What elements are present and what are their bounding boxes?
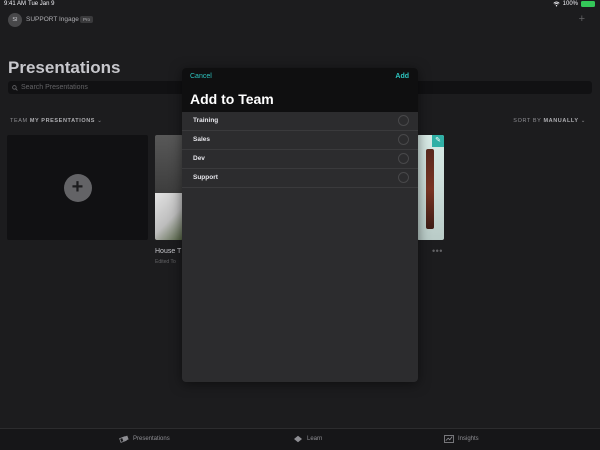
avatar[interactable]: SI — [8, 13, 22, 27]
presentation-thumbnail[interactable]: ✎ — [417, 135, 444, 240]
cancel-button[interactable]: Cancel — [190, 73, 212, 80]
team-row-training[interactable]: Training — [182, 112, 418, 131]
plus-icon: + — [63, 173, 92, 202]
search-input[interactable]: Search Presentations — [21, 84, 88, 91]
plan-badge: Pro — [80, 15, 94, 23]
chevron-down-icon: ⌄ — [580, 118, 586, 124]
edit-pencil-icon[interactable]: ✎ — [432, 135, 444, 147]
team-row-dev[interactable]: Dev — [182, 150, 418, 169]
tab-label: Presentations — [133, 436, 170, 442]
org-name[interactable]: SUPPORT Ingage — [26, 16, 79, 23]
team-label: Dev — [193, 155, 205, 162]
status-bar: 9:41 AM Tue Jan 9 100% — [0, 0, 600, 9]
tab-insights[interactable]: Insights — [444, 435, 479, 443]
battery-percent: 100% — [562, 1, 578, 7]
presentation-thumbnail[interactable] — [155, 135, 183, 240]
modal-header: Cancel Add Add to Team — [182, 68, 418, 112]
status-date: Tue Jan 9 — [28, 1, 55, 7]
tab-presentations[interactable]: Presentations — [119, 435, 170, 443]
wifi-icon — [553, 1, 560, 7]
new-presentation-card[interactable]: + — [7, 135, 148, 240]
team-list: Training Sales Dev Support — [182, 112, 418, 188]
radio-button[interactable] — [398, 172, 409, 183]
radio-button[interactable] — [398, 134, 409, 145]
learn-icon — [294, 435, 302, 443]
team-label: Sales — [193, 136, 210, 143]
tab-learn[interactable]: Learn — [293, 435, 322, 443]
presentation-subtitle: Edited To — [155, 259, 176, 265]
presentation-title[interactable]: House T — [155, 248, 181, 255]
team-filter[interactable]: TEAM MY PRESENTATIONS ⌄ — [10, 118, 102, 124]
add-button[interactable]: Add — [395, 73, 409, 80]
sort-filter-value[interactable]: MANUALLY — [543, 118, 578, 124]
battery-icon — [581, 1, 595, 7]
page-title: Presentations — [8, 58, 121, 77]
tab-bar: Presentations Learn Insights — [0, 428, 600, 450]
add-to-team-modal: Cancel Add Add to Team Training Sales De… — [182, 68, 418, 382]
tab-label: Insights — [458, 436, 479, 442]
tab-label: Learn — [307, 436, 323, 442]
sort-filter[interactable]: SORT BY MANUALLY ⌄ — [513, 118, 586, 124]
add-presentation-plus-icon[interactable]: + — [579, 13, 585, 25]
status-right: 100% — [553, 1, 595, 7]
insights-icon — [444, 435, 454, 443]
more-options-icon[interactable]: ••• — [432, 246, 443, 256]
sort-filter-label: SORT BY — [513, 118, 542, 124]
team-label: Training — [193, 117, 219, 124]
presentations-icon — [119, 435, 129, 443]
radio-button[interactable] — [398, 153, 409, 164]
team-label: Support — [193, 174, 218, 181]
chevron-down-icon: ⌄ — [97, 118, 103, 124]
modal-title: Add to Team — [190, 91, 274, 107]
search-icon — [12, 84, 18, 91]
team-row-sales[interactable]: Sales — [182, 131, 418, 150]
radio-button[interactable] — [398, 115, 409, 126]
team-filter-value[interactable]: MY PRESENTATIONS — [30, 118, 95, 124]
team-row-support[interactable]: Support — [182, 169, 418, 188]
status-time: 9:41 AM — [4, 1, 27, 7]
team-filter-label: TEAM — [10, 118, 28, 124]
